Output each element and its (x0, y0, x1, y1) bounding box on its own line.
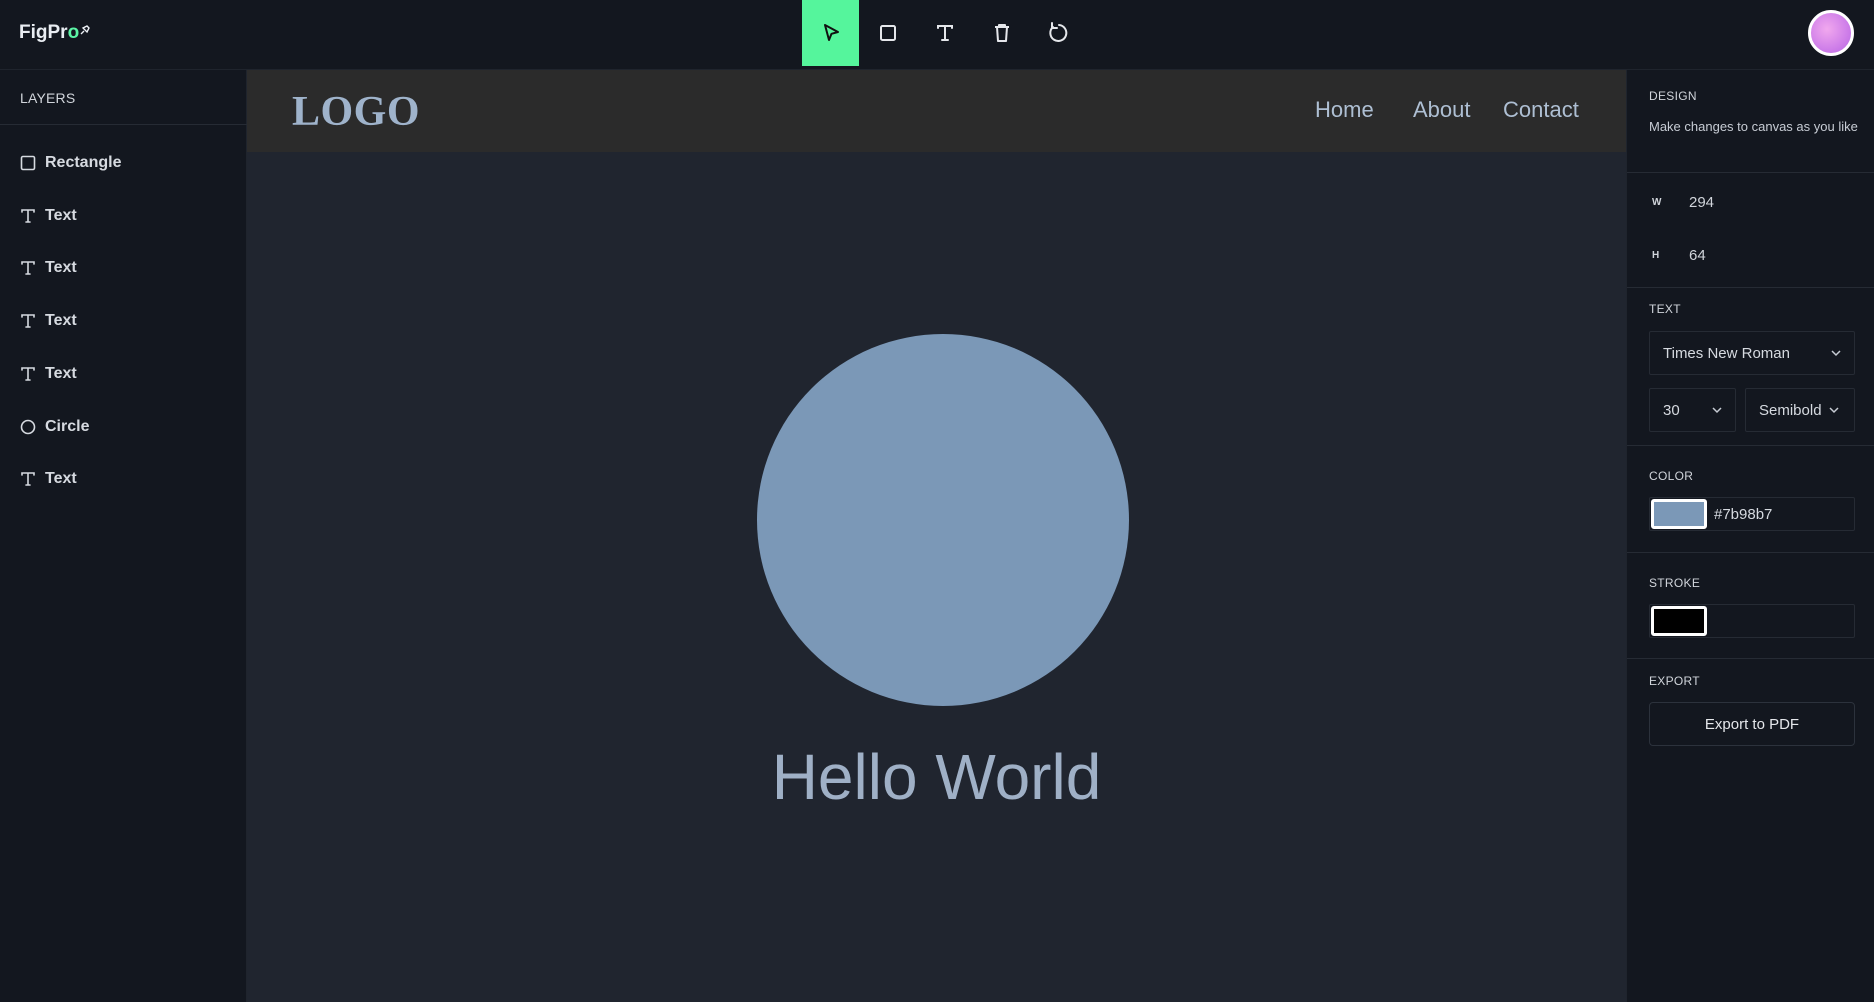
layer-label: Circle (45, 418, 90, 435)
layer-item-text[interactable]: Text (20, 467, 77, 491)
text-icon (936, 25, 953, 41)
layers-divider (0, 124, 247, 125)
width-label: W (1652, 197, 1662, 208)
app-logo[interactable]: FigPr o (19, 22, 91, 44)
text-icon (21, 472, 35, 486)
design-canvas[interactable]: LOGO Home About Contact Hello World (247, 70, 1626, 1002)
stroke-section-title: STROKE (1649, 576, 1701, 590)
reset-tool-button[interactable] (1030, 0, 1087, 66)
layers-title: LAYERS (20, 90, 76, 106)
layer-label: Text (45, 470, 77, 487)
height-input[interactable]: 64 (1689, 247, 1706, 264)
stroke-color-swatch[interactable] (1651, 606, 1707, 636)
section-divider (1627, 287, 1874, 288)
export-pdf-button[interactable]: Export to PDF (1649, 702, 1855, 746)
layer-item-text[interactable]: Text (20, 309, 77, 333)
layer-label: Text (45, 365, 77, 382)
fill-color-hex[interactable]: #7b98b7 (1714, 506, 1772, 523)
brand-accent: o (67, 22, 80, 43)
font-family-value: Times New Roman (1663, 344, 1790, 362)
layer-item-circle[interactable]: Circle (20, 415, 89, 439)
text-icon (21, 367, 35, 381)
text-icon (21, 314, 35, 328)
font-weight-value: Semibold (1759, 401, 1822, 419)
square-icon (20, 155, 36, 171)
fill-color-field[interactable]: #7b98b7 (1649, 497, 1855, 531)
canvas-logo-text[interactable]: LOGO (292, 88, 420, 136)
layer-item-rectangle[interactable]: Rectangle (20, 151, 121, 175)
stroke-color-field[interactable] (1649, 604, 1855, 638)
section-divider (1627, 552, 1874, 553)
section-divider (1627, 445, 1874, 446)
select-tool-button[interactable] (802, 0, 859, 66)
chevron-down-icon (1831, 350, 1841, 357)
layer-label: Text (45, 312, 77, 329)
trash-icon (994, 24, 1009, 42)
chevron-down-icon (1712, 407, 1722, 414)
text-icon (21, 209, 35, 223)
color-section-title: COLOR (1649, 469, 1694, 483)
text-icon (21, 261, 35, 275)
font-size-select[interactable]: 30 (1649, 388, 1736, 432)
font-family-select[interactable]: Times New Roman (1649, 331, 1855, 375)
canvas-headline-text[interactable]: Hello World (247, 740, 1626, 814)
layer-item-text[interactable]: Text (20, 256, 77, 280)
layer-item-text[interactable]: Text (20, 204, 77, 228)
chevron-down-icon (1829, 407, 1839, 414)
square-icon (879, 25, 896, 41)
design-description: Make changes to canvas as you like (1649, 119, 1858, 134)
text-tool-button[interactable] (916, 0, 973, 66)
layer-label: Rectangle (45, 154, 122, 171)
user-avatar[interactable] (1808, 10, 1854, 56)
section-divider (1627, 172, 1874, 173)
export-section-title: EXPORT (1649, 674, 1700, 688)
fill-color-swatch[interactable] (1651, 499, 1707, 529)
canvas-nav-about[interactable]: About (1413, 97, 1471, 123)
font-size-value: 30 (1663, 401, 1680, 419)
tool-group (802, 0, 1087, 66)
width-input[interactable]: 294 (1689, 194, 1714, 211)
font-weight-select[interactable]: Semibold (1745, 388, 1855, 432)
cursor-icon (823, 24, 839, 41)
section-divider (1627, 658, 1874, 659)
layers-panel: LAYERS Rectangle Text Text Text Text Cir… (0, 70, 247, 1002)
layer-label: Text (45, 259, 77, 276)
canvas-nav-home[interactable]: Home (1315, 97, 1374, 123)
text-section-title: TEXT (1649, 302, 1681, 316)
canvas-rectangle-header[interactable]: LOGO Home About Contact (247, 70, 1626, 152)
circle-icon (20, 419, 36, 435)
rectangle-tool-button[interactable] (859, 0, 916, 66)
delete-tool-button[interactable] (973, 0, 1030, 66)
height-label: H (1652, 250, 1660, 261)
canvas-nav-contact[interactable]: Contact (1503, 97, 1579, 123)
reset-icon (1048, 22, 1067, 42)
layer-label: Text (45, 207, 77, 224)
design-panel: DESIGN Make changes to canvas as you lik… (1626, 70, 1874, 1002)
layer-item-text[interactable]: Text (20, 362, 77, 386)
design-title: DESIGN (1649, 89, 1697, 103)
top-toolbar: FigPr o (0, 0, 1874, 70)
pen-nib-icon (80, 25, 91, 35)
brand-name: FigPr (19, 22, 68, 43)
canvas-circle[interactable] (757, 334, 1129, 706)
